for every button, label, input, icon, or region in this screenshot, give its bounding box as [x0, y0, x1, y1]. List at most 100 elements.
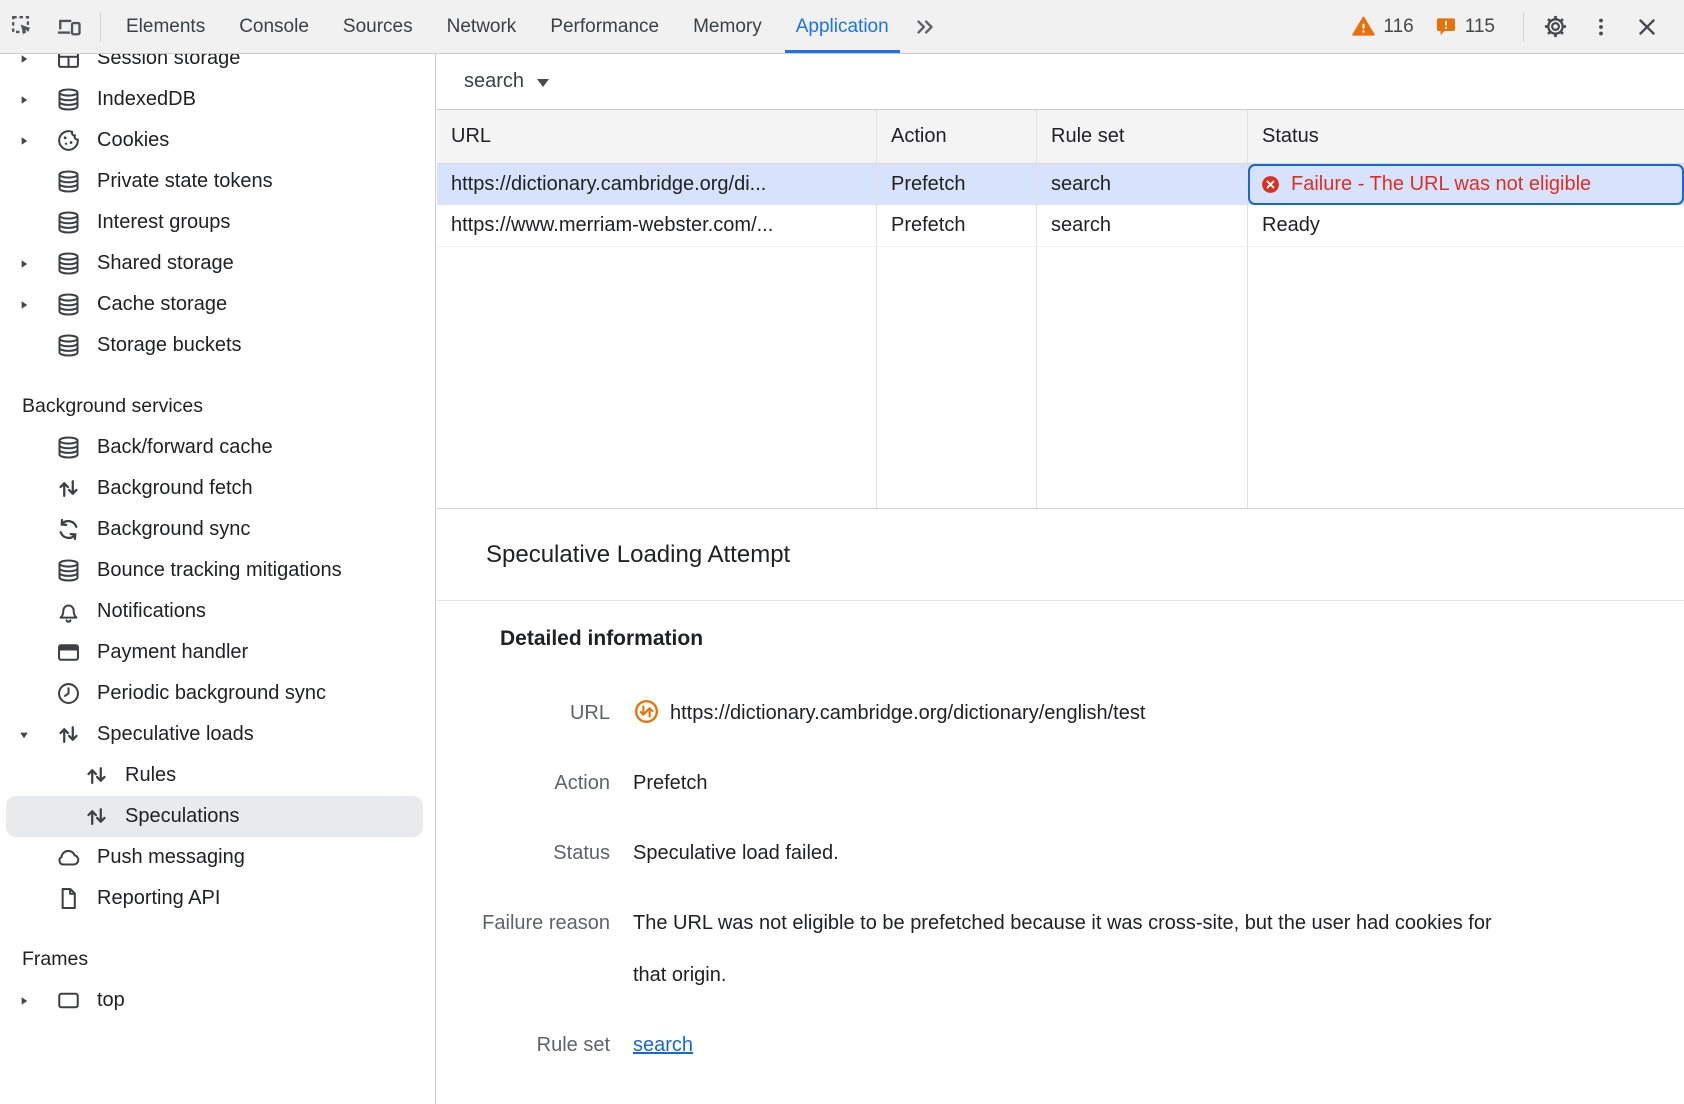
ruleset-filter-dropdown[interactable]: search [464, 70, 549, 93]
detail-label: Status [437, 827, 610, 879]
expander-icon[interactable] [17, 284, 55, 325]
close-icon [1634, 14, 1660, 40]
detail-value-action: Prefetch [633, 757, 707, 809]
up-down-arrows-icon [55, 721, 82, 748]
database-icon [55, 250, 82, 277]
detail-row-status: Status Speculative load failed. [437, 827, 1684, 879]
sidebar-item-reporting-api[interactable]: Reporting API [0, 878, 435, 919]
cell-action[interactable]: Prefetch [877, 164, 1037, 205]
device-toolbar-button[interactable] [46, 0, 92, 53]
sidebar-item-interest-groups[interactable]: Interest groups [0, 202, 435, 243]
detailed-information-section: Detailed information URL https://diction… [437, 601, 1684, 1071]
database-icon [55, 434, 82, 461]
speculations-panel: search URL Action Rule set Status https:… [437, 54, 1684, 1104]
sidebar-item-background-sync[interactable]: Background sync [0, 509, 435, 550]
sidebar-item-top-frame[interactable]: top [0, 980, 435, 1021]
frame-icon [55, 987, 82, 1014]
column-header-status[interactable]: Status [1248, 110, 1684, 163]
ruleset-filter-bar: search [437, 54, 1684, 110]
warning-count: 116 [1383, 16, 1413, 38]
expander-icon[interactable] [17, 980, 55, 1021]
chevron-double-right-icon [912, 14, 938, 40]
tab-memory[interactable]: Memory [676, 0, 779, 53]
detail-value-url: https://dictionary.cambridge.org/diction… [633, 687, 1145, 739]
cell-action[interactable]: Prefetch [877, 205, 1037, 246]
sidebar-item-periodic-background-sync[interactable]: Periodic background sync [0, 673, 435, 714]
up-down-arrows-icon [55, 475, 82, 502]
detail-label: Rule set [437, 1019, 610, 1071]
more-options-button[interactable] [1578, 0, 1624, 53]
detail-row-failure-reason: Failure reason The URL was not eligible … [437, 897, 1684, 1001]
database-icon [55, 86, 82, 113]
application-sidebar: Session storage IndexedDB Cookies Privat… [0, 54, 436, 1104]
cell-rule-set[interactable]: search [1037, 164, 1248, 205]
sidebar-item-background-fetch[interactable]: Background fetch [0, 468, 435, 509]
table-row[interactable]: https://dictionary.cambridge.org/di... P… [437, 164, 1684, 205]
settings-button[interactable] [1532, 0, 1578, 53]
sidebar-item-cookies[interactable]: Cookies [0, 120, 435, 161]
sidebar-item-bounce-tracking-mitigations[interactable]: Bounce tracking mitigations [0, 550, 435, 591]
rule-set-link[interactable]: search [633, 1034, 693, 1056]
section-header-background-services: Background services [0, 386, 435, 427]
up-down-arrows-icon [83, 762, 110, 789]
sidebar-item-session-storage[interactable]: Session storage [0, 54, 435, 79]
database-icon [55, 332, 82, 359]
column-header-rule-set[interactable]: Rule set [1037, 110, 1248, 163]
card-icon [55, 639, 82, 666]
tab-network[interactable]: Network [430, 0, 534, 53]
sidebar-item-notifications[interactable]: Notifications [0, 591, 435, 632]
tab-performance[interactable]: Performance [533, 0, 676, 53]
database-icon [55, 291, 82, 318]
cell-status[interactable]: Ready [1248, 205, 1684, 246]
expander-icon[interactable] [17, 54, 55, 79]
clock-icon [55, 680, 82, 707]
tab-application[interactable]: Application [779, 0, 906, 53]
detail-row-action: Action Prefetch [437, 757, 1684, 809]
failure-icon [1260, 174, 1281, 195]
sidebar-item-shared-storage[interactable]: Shared storage [0, 243, 435, 284]
cell-url[interactable]: https://dictionary.cambridge.org/di... [437, 164, 877, 205]
sidebar-item-rules[interactable]: Rules [0, 755, 435, 796]
cell-url[interactable]: https://www.merriam-webster.com/... [437, 205, 877, 246]
sidebar-item-indexeddb[interactable]: IndexedDB [0, 79, 435, 120]
tab-elements[interactable]: Elements [109, 0, 222, 53]
expander-icon[interactable] [17, 120, 55, 161]
issues-badge[interactable]: 115 [1434, 15, 1495, 39]
cookie-icon [55, 127, 82, 154]
detail-row-url: URL https://dictionary.cambridge.org/dic… [437, 687, 1684, 739]
cell-status[interactable]: Failure - The URL was not eligible [1248, 164, 1684, 205]
table-row[interactable]: https://www.merriam-webster.com/... Pref… [437, 205, 1684, 247]
sidebar-item-storage-buckets[interactable]: Storage buckets [0, 325, 435, 366]
sidebar-item-private-state-tokens[interactable]: Private state tokens [0, 161, 435, 202]
inspect-element-button[interactable] [0, 0, 46, 53]
issues-count: 115 [1465, 16, 1495, 38]
chevron-down-icon [537, 79, 549, 87]
expander-icon[interactable] [17, 714, 55, 755]
toolbar-divider [1523, 12, 1524, 42]
status-failure-chip: Failure - The URL was not eligible [1248, 164, 1684, 205]
sidebar-item-payment-handler[interactable]: Payment handler [0, 632, 435, 673]
toolbar-divider [100, 12, 101, 42]
expander-icon[interactable] [17, 243, 55, 284]
cell-rule-set[interactable]: search [1037, 205, 1248, 246]
sidebar-item-back-forward-cache[interactable]: Back/forward cache [0, 427, 435, 468]
column-header-action[interactable]: Action [877, 110, 1037, 163]
column-header-url[interactable]: URL [437, 110, 877, 163]
tab-console[interactable]: Console [222, 0, 326, 53]
tab-sources[interactable]: Sources [326, 0, 430, 53]
sidebar-item-cache-storage[interactable]: Cache storage [0, 284, 435, 325]
sidebar-item-push-messaging[interactable]: Push messaging [0, 837, 435, 878]
status-failure-text: Failure - The URL was not eligible [1291, 173, 1591, 196]
sidebar-item-speculative-loads[interactable]: Speculative loads [0, 714, 435, 755]
database-icon [55, 209, 82, 236]
more-tabs-button[interactable] [912, 14, 938, 40]
warning-triangle-icon [1351, 14, 1383, 39]
sidebar-item-speculations[interactable]: Speculations [6, 796, 423, 837]
console-warnings-badge[interactable]: 116 [1351, 14, 1413, 39]
database-icon [55, 557, 82, 584]
bell-icon [55, 598, 82, 625]
kebab-menu-icon [1589, 15, 1613, 39]
detail-row-rule-set: Rule set search [437, 1019, 1684, 1071]
expander-icon[interactable] [17, 79, 55, 120]
close-devtools-button[interactable] [1624, 0, 1670, 53]
